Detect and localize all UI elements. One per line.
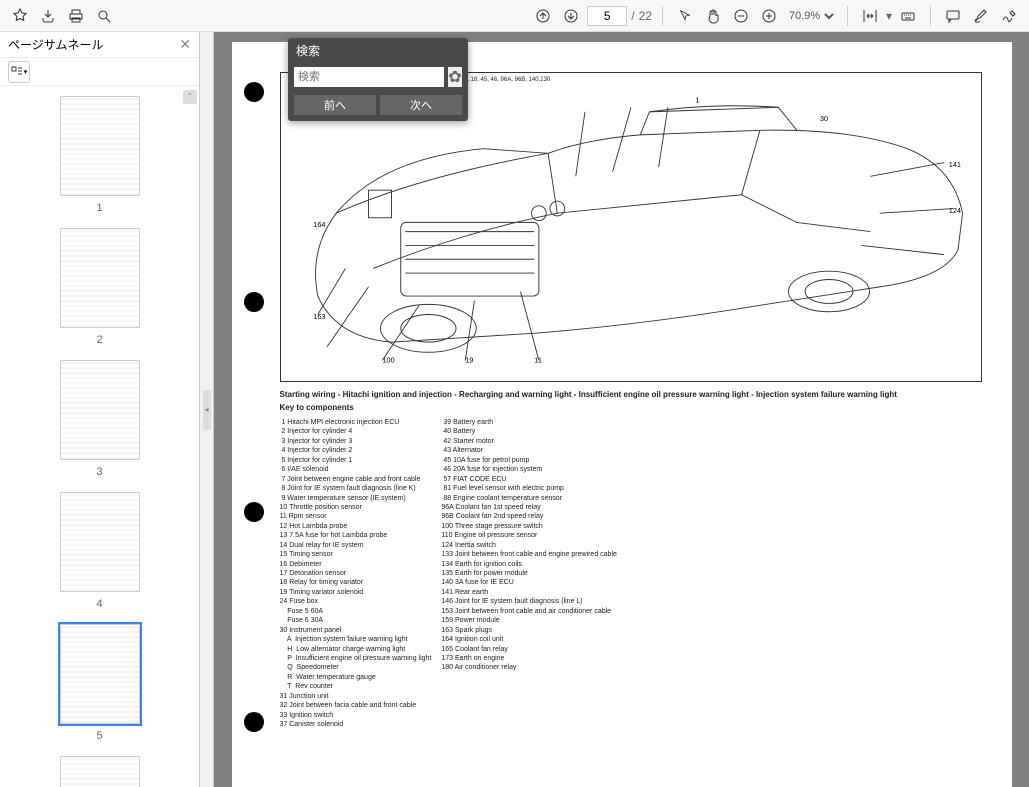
binder-hole	[244, 502, 264, 522]
thumb-label: 4	[0, 598, 199, 610]
hand-icon[interactable]	[701, 4, 725, 28]
thumbnails: ˆ 1 2 3 4 5	[0, 86, 199, 787]
sidebar: ページサムネール ✕ ▾ ˆ 1 2 3 4 5	[0, 32, 200, 787]
svg-text:1: 1	[695, 96, 699, 105]
search-input[interactable]	[294, 67, 444, 87]
toolbar: / 22 70.9% ▾	[0, 0, 1029, 32]
page-down-icon[interactable]	[559, 4, 583, 28]
main-area: ページサムネール ✕ ▾ ˆ 1 2 3 4 5 ◂ 検索 ✿	[0, 32, 1029, 787]
components-col-2: 39 Battery earth 40 Battery 42 Starter m…	[441, 418, 617, 729]
download-icon[interactable]	[36, 4, 60, 28]
svg-text:164: 164	[313, 220, 325, 229]
svg-text:30: 30	[819, 114, 827, 123]
sign-icon[interactable]	[997, 4, 1021, 28]
svg-text:19: 19	[465, 355, 473, 364]
fit-width-icon[interactable]	[858, 4, 882, 28]
divider: ◂	[200, 32, 214, 787]
thumb-6[interactable]	[60, 756, 140, 787]
svg-text:100: 100	[382, 355, 394, 364]
thumb-5[interactable]	[60, 624, 140, 724]
thumb-label: 3	[0, 466, 199, 478]
zoom-select[interactable]: 70.9%	[785, 9, 837, 23]
search-next-button[interactable]: 次へ	[380, 95, 462, 115]
thumb-2[interactable]	[60, 228, 140, 328]
page-separator: /	[631, 9, 634, 23]
pdf-page: 135, 7, 13, 14, 18, 45, 46, 96A, 96B, 14…	[232, 42, 1012, 787]
zoom-in-icon[interactable]	[757, 4, 781, 28]
keyboard-icon[interactable]	[896, 4, 920, 28]
search-icon[interactable]	[92, 4, 116, 28]
key-title: Key to components	[280, 403, 982, 412]
search-panel: 検索 ✿ 前へ 次へ	[288, 38, 468, 121]
svg-text:124: 124	[948, 206, 960, 215]
page-input[interactable]	[587, 6, 627, 26]
thumb-options-icon[interactable]: ▾	[8, 61, 30, 83]
search-prev-button[interactable]: 前へ	[294, 95, 376, 115]
pointer-icon[interactable]	[673, 4, 697, 28]
collapse-handle[interactable]: ◂	[203, 390, 211, 430]
svg-text:163: 163	[313, 312, 325, 321]
print-icon[interactable]	[64, 4, 88, 28]
diagram-caption: Starting wiring - Hitachi ignition and i…	[280, 390, 982, 399]
gear-icon[interactable]: ✿	[448, 67, 462, 87]
page-total: 22	[639, 9, 652, 23]
thumb-1[interactable]	[60, 96, 140, 196]
dropdown-caret[interactable]: ▾	[886, 9, 892, 23]
binder-hole	[244, 712, 264, 732]
sidebar-header: ページサムネール ✕	[0, 32, 199, 58]
thumb-3[interactable]	[60, 360, 140, 460]
sidebar-title: ページサムネール	[8, 36, 104, 53]
binder-hole	[244, 292, 264, 312]
thumb-4[interactable]	[60, 492, 140, 592]
scroll-up-icon[interactable]: ˆ	[183, 90, 197, 104]
svg-text:11: 11	[534, 355, 542, 364]
components-col-1: 1 Hitachi MPI electronic injection ECU 2…	[280, 418, 432, 729]
comment-icon[interactable]	[941, 4, 965, 28]
sidebar-tools: ▾	[0, 58, 199, 86]
thumb-label: 5	[0, 730, 199, 742]
thumb-label: 1	[0, 202, 199, 214]
content-area[interactable]: 検索 ✿ 前へ 次へ 135, 7, 13, 14, 18, 45, 46, 9…	[214, 32, 1029, 787]
zoom-out-icon[interactable]	[729, 4, 753, 28]
thumb-label: 2	[0, 334, 199, 346]
components-list: 1 Hitachi MPI electronic injection ECU 2…	[280, 418, 982, 729]
highlight-icon[interactable]	[969, 4, 993, 28]
bookmark-icon[interactable]	[8, 4, 32, 28]
binder-hole	[244, 82, 264, 102]
close-icon[interactable]: ✕	[179, 36, 191, 53]
svg-text:141: 141	[948, 160, 960, 169]
page-up-icon[interactable]	[531, 4, 555, 28]
search-title: 検索	[288, 38, 468, 63]
